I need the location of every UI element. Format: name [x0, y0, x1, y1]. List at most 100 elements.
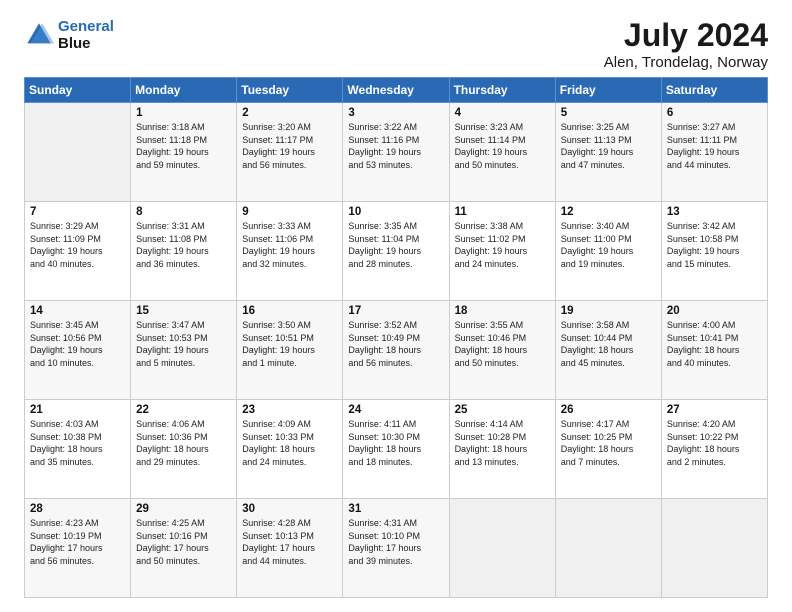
- day-number: 31: [348, 503, 443, 515]
- calendar-cell: 10 Sunrise: 3:35 AM Sunset: 11:04 PM Dayl…: [343, 202, 449, 301]
- calendar-cell: 19 Sunrise: 3:58 AM Sunset: 10:44 PM Dayl…: [555, 301, 661, 400]
- cell-content: Sunrise: 4:31 AM Sunset: 10:10 PM Daylig…: [348, 517, 443, 567]
- calendar-cell: 31 Sunrise: 4:31 AM Sunset: 10:10 PM Dayl…: [343, 499, 449, 598]
- header-day-thursday: Thursday: [449, 78, 555, 103]
- cell-content: Sunrise: 3:47 AM Sunset: 10:53 PM Daylig…: [136, 319, 231, 369]
- calendar-cell: 16 Sunrise: 3:50 AM Sunset: 10:51 PM Dayl…: [237, 301, 343, 400]
- day-number: 3: [348, 107, 443, 119]
- calendar-week-row: 14 Sunrise: 3:45 AM Sunset: 10:56 PM Dayl…: [25, 301, 768, 400]
- calendar-cell: 6Sunrise: 3:27 AM Sunset: 11:11 PM Dayli…: [661, 103, 767, 202]
- day-number: 1: [136, 107, 231, 119]
- cell-content: Sunrise: 3:25 AM Sunset: 11:13 PM Daylig…: [561, 121, 656, 171]
- day-number: 27: [667, 404, 762, 416]
- cell-content: Sunrise: 4:00 AM Sunset: 10:41 PM Daylig…: [667, 319, 762, 369]
- calendar-cell: [25, 103, 131, 202]
- day-number: 12: [561, 206, 656, 218]
- header-day-friday: Friday: [555, 78, 661, 103]
- day-number: 25: [455, 404, 550, 416]
- day-number: 23: [242, 404, 337, 416]
- day-number: 30: [242, 503, 337, 515]
- day-number: 11: [455, 206, 550, 218]
- calendar-cell: 1Sunrise: 3:18 AM Sunset: 11:18 PM Dayli…: [131, 103, 237, 202]
- day-number: 5: [561, 107, 656, 119]
- cell-content: Sunrise: 4:25 AM Sunset: 10:16 PM Daylig…: [136, 517, 231, 567]
- calendar-cell: [661, 499, 767, 598]
- calendar-cell: 12 Sunrise: 3:40 AM Sunset: 11:00 PM Dayl…: [555, 202, 661, 301]
- day-number: 21: [30, 404, 125, 416]
- logo-icon: [24, 20, 54, 50]
- cell-content: Sunrise: 4:23 AM Sunset: 10:19 PM Daylig…: [30, 517, 125, 567]
- cell-content: Sunrise: 4:20 AM Sunset: 10:22 PM Daylig…: [667, 418, 762, 468]
- cell-content: Sunrise: 3:52 AM Sunset: 10:49 PM Daylig…: [348, 319, 443, 369]
- day-number: 18: [455, 305, 550, 317]
- cell-content: Sunrise: 3:58 AM Sunset: 10:44 PM Daylig…: [561, 319, 656, 369]
- calendar-cell: 26 Sunrise: 4:17 AM Sunset: 10:25 PM Dayl…: [555, 400, 661, 499]
- cell-content: Sunrise: 4:14 AM Sunset: 10:28 PM Daylig…: [455, 418, 550, 468]
- calendar-week-row: 21 Sunrise: 4:03 AM Sunset: 10:38 PM Dayl…: [25, 400, 768, 499]
- calendar-cell: 14 Sunrise: 3:45 AM Sunset: 10:56 PM Dayl…: [25, 301, 131, 400]
- cell-content: Sunrise: 3:33 AM Sunset: 11:06 PM Daylig…: [242, 220, 337, 270]
- cell-content: Sunrise: 3:29 AM Sunset: 11:09 PM Daylig…: [30, 220, 125, 270]
- day-number: 22: [136, 404, 231, 416]
- cell-content: Sunrise: 3:55 AM Sunset: 10:46 PM Daylig…: [455, 319, 550, 369]
- cell-content: Sunrise: 3:45 AM Sunset: 10:56 PM Daylig…: [30, 319, 125, 369]
- title-block: July 2024 Alen, Trondelag, Norway: [604, 18, 768, 71]
- day-number: 26: [561, 404, 656, 416]
- calendar-cell: 8 Sunrise: 3:31 AM Sunset: 11:08 PM Dayli…: [131, 202, 237, 301]
- day-number: 19: [561, 305, 656, 317]
- header-day-tuesday: Tuesday: [237, 78, 343, 103]
- calendar-cell: 21 Sunrise: 4:03 AM Sunset: 10:38 PM Dayl…: [25, 400, 131, 499]
- day-number: 9: [242, 206, 337, 218]
- header-day-saturday: Saturday: [661, 78, 767, 103]
- cell-content: Sunrise: 3:38 AM Sunset: 11:02 PM Daylig…: [455, 220, 550, 270]
- day-number: 14: [30, 305, 125, 317]
- calendar-cell: 5 Sunrise: 3:25 AM Sunset: 11:13 PM Dayli…: [555, 103, 661, 202]
- header-day-wednesday: Wednesday: [343, 78, 449, 103]
- calendar-cell: 20 Sunrise: 4:00 AM Sunset: 10:41 PM Dayl…: [661, 301, 767, 400]
- cell-content: Sunrise: 3:27 AM Sunset: 11:11 PM Daylig…: [667, 121, 762, 171]
- calendar-cell: 15Sunrise: 3:47 AM Sunset: 10:53 PM Dayl…: [131, 301, 237, 400]
- cell-content: Sunrise: 3:20 AM Sunset: 11:17 PM Daylig…: [242, 121, 337, 171]
- cell-content: Sunrise: 4:03 AM Sunset: 10:38 PM Daylig…: [30, 418, 125, 468]
- cell-content: Sunrise: 3:50 AM Sunset: 10:51 PM Daylig…: [242, 319, 337, 369]
- calendar-cell: 2 Sunrise: 3:20 AM Sunset: 11:17 PM Dayli…: [237, 103, 343, 202]
- calendar-cell: 7 Sunrise: 3:29 AM Sunset: 11:09 PM Dayli…: [25, 202, 131, 301]
- calendar-header-row: SundayMondayTuesdayWednesdayThursdayFrid…: [25, 78, 768, 103]
- calendar-cell: 17Sunrise: 3:52 AM Sunset: 10:49 PM Dayl…: [343, 301, 449, 400]
- calendar-cell: [555, 499, 661, 598]
- calendar-cell: 27 Sunrise: 4:20 AM Sunset: 10:22 PM Dayl…: [661, 400, 767, 499]
- cell-content: Sunrise: 4:09 AM Sunset: 10:33 PM Daylig…: [242, 418, 337, 468]
- day-number: 2: [242, 107, 337, 119]
- cell-content: Sunrise: 3:31 AM Sunset: 11:08 PM Daylig…: [136, 220, 231, 270]
- day-number: 20: [667, 305, 762, 317]
- calendar-cell: 22Sunrise: 4:06 AM Sunset: 10:36 PM Dayl…: [131, 400, 237, 499]
- day-number: 7: [30, 206, 125, 218]
- calendar-cell: 30 Sunrise: 4:28 AM Sunset: 10:13 PM Dayl…: [237, 499, 343, 598]
- day-number: 4: [455, 107, 550, 119]
- calendar-cell: 3Sunrise: 3:22 AM Sunset: 11:16 PM Dayli…: [343, 103, 449, 202]
- cell-content: Sunrise: 3:23 AM Sunset: 11:14 PM Daylig…: [455, 121, 550, 171]
- calendar-cell: 9 Sunrise: 3:33 AM Sunset: 11:06 PM Dayli…: [237, 202, 343, 301]
- day-number: 10: [348, 206, 443, 218]
- day-number: 16: [242, 305, 337, 317]
- day-number: 8: [136, 206, 231, 218]
- calendar-cell: 11 Sunrise: 3:38 AM Sunset: 11:02 PM Dayl…: [449, 202, 555, 301]
- page: General Blue July 2024 Alen, Trondelag, …: [0, 0, 792, 612]
- cell-content: Sunrise: 3:42 AM Sunset: 10:58 PM Daylig…: [667, 220, 762, 270]
- cell-content: Sunrise: 4:28 AM Sunset: 10:13 PM Daylig…: [242, 517, 337, 567]
- calendar-cell: 25 Sunrise: 4:14 AM Sunset: 10:28 PM Dayl…: [449, 400, 555, 499]
- cell-content: Sunrise: 3:35 AM Sunset: 11:04 PM Daylig…: [348, 220, 443, 270]
- day-number: 28: [30, 503, 125, 515]
- header: General Blue July 2024 Alen, Trondelag, …: [24, 18, 768, 71]
- calendar-cell: 4 Sunrise: 3:23 AM Sunset: 11:14 PM Dayli…: [449, 103, 555, 202]
- calendar-cell: 24Sunrise: 4:11 AM Sunset: 10:30 PM Dayl…: [343, 400, 449, 499]
- calendar-cell: 28 Sunrise: 4:23 AM Sunset: 10:19 PM Dayl…: [25, 499, 131, 598]
- logo: General Blue: [24, 18, 114, 53]
- header-day-monday: Monday: [131, 78, 237, 103]
- calendar-cell: 23 Sunrise: 4:09 AM Sunset: 10:33 PM Dayl…: [237, 400, 343, 499]
- calendar-cell: 13Sunrise: 3:42 AM Sunset: 10:58 PM Dayl…: [661, 202, 767, 301]
- cell-content: Sunrise: 4:17 AM Sunset: 10:25 PM Daylig…: [561, 418, 656, 468]
- calendar-week-row: 7 Sunrise: 3:29 AM Sunset: 11:09 PM Dayli…: [25, 202, 768, 301]
- day-number: 29: [136, 503, 231, 515]
- cell-content: Sunrise: 3:40 AM Sunset: 11:00 PM Daylig…: [561, 220, 656, 270]
